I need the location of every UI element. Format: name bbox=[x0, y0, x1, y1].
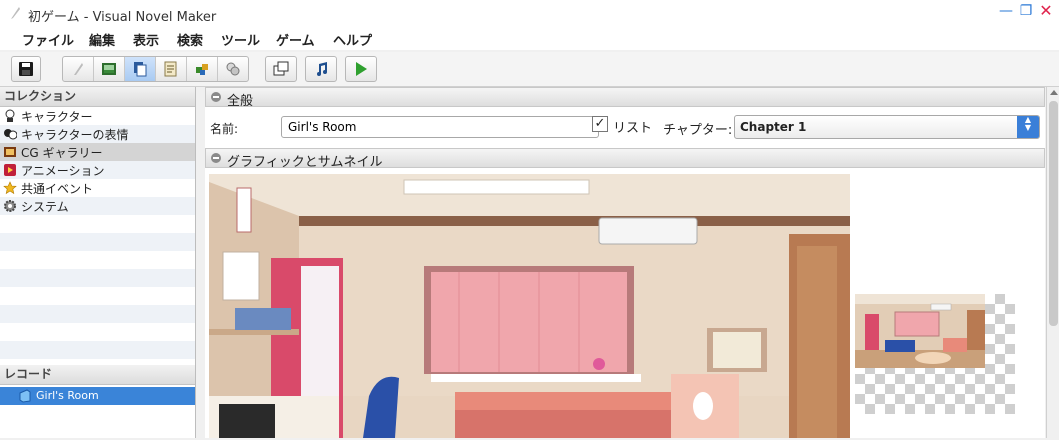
character-icon bbox=[5, 109, 15, 122]
toolbar-group-play bbox=[345, 56, 377, 82]
animation-icon bbox=[4, 164, 16, 176]
collection-empty-row bbox=[0, 323, 195, 341]
collection-item-label: アニメーション bbox=[21, 164, 105, 178]
star-icon bbox=[3, 181, 17, 195]
menu-file[interactable]: ファイル bbox=[22, 30, 74, 49]
record-item-label: Girl's Room bbox=[36, 389, 99, 402]
collection-empty-row bbox=[0, 251, 195, 269]
name-field[interactable] bbox=[281, 116, 599, 138]
gear-icon bbox=[4, 200, 16, 212]
cg-background-image[interactable] bbox=[209, 174, 850, 438]
menu-help[interactable]: ヘルプ bbox=[333, 30, 372, 49]
collection-item-common-events[interactable]: 共通イベント bbox=[0, 179, 195, 197]
record-item-girls-room[interactable]: Girl's Room bbox=[0, 387, 195, 405]
toolbar-group-save bbox=[11, 56, 41, 82]
music-button[interactable] bbox=[306, 57, 336, 81]
collection-item-expression[interactable]: キャラクターの表情 bbox=[0, 125, 195, 143]
list-checkbox[interactable]: ✓ bbox=[592, 116, 608, 132]
image-button[interactable] bbox=[94, 57, 125, 81]
vertical-scrollbar[interactable] bbox=[1046, 87, 1059, 438]
toolbar-group-music bbox=[305, 56, 337, 82]
detail-pane: 全般 名前: ✓ リスト チャプター: Chapter 1 ▲▼ グラフィックと… bbox=[205, 87, 1045, 438]
window-title: 初ゲーム - Visual Novel Maker bbox=[28, 10, 217, 25]
collection-empty-row bbox=[0, 233, 195, 251]
general-section-header[interactable]: 全般 bbox=[205, 87, 1045, 109]
menu-view[interactable]: 表示 bbox=[133, 30, 159, 49]
chapter-select[interactable]: Chapter 1 ▲ ▼ bbox=[734, 115, 1040, 139]
masks-button[interactable] bbox=[218, 57, 248, 81]
left-pane: コレクション キャラクター キャラクターの表情 CG ギャラリー アニメーション… bbox=[0, 87, 196, 438]
general-section-title: 全般 bbox=[227, 94, 254, 109]
chapter-select-value: Chapter 1 bbox=[740, 120, 807, 134]
collection-empty-row bbox=[0, 287, 195, 305]
collection-item-label: キャラクター bbox=[21, 110, 93, 124]
collection-empty-row bbox=[0, 305, 195, 323]
scroll-up-arrow-icon[interactable] bbox=[1050, 90, 1058, 95]
title-bar: 初ゲーム - Visual Novel Maker — ❐ ✕ bbox=[0, 0, 1059, 28]
toolbar-group-windows bbox=[265, 56, 297, 82]
menu-search[interactable]: 検索 bbox=[177, 30, 203, 49]
windows-icon bbox=[273, 61, 289, 76]
cg-gallery-icon bbox=[4, 147, 16, 157]
records-header: レコード bbox=[0, 365, 195, 385]
collection-item-cg-gallery[interactable]: CG ギャラリー bbox=[0, 143, 195, 161]
save-button[interactable] bbox=[12, 57, 40, 81]
gallery-icon bbox=[134, 62, 147, 77]
gallery-button[interactable] bbox=[125, 57, 156, 81]
name-label: 名前: bbox=[210, 122, 239, 136]
expression-icon bbox=[4, 129, 17, 140]
collection-empty-row bbox=[0, 215, 195, 233]
collapse-icon bbox=[211, 153, 221, 163]
scrollbar-thumb[interactable] bbox=[1049, 101, 1058, 326]
maximize-button[interactable]: ❐ bbox=[1019, 3, 1033, 19]
music-icon bbox=[317, 62, 327, 76]
record-icon bbox=[19, 389, 31, 403]
chapter-label: チャプター: bbox=[663, 123, 733, 138]
collection-header: コレクション bbox=[0, 87, 195, 107]
collection-item-animation[interactable]: アニメーション bbox=[0, 161, 195, 179]
menu-edit[interactable]: 編集 bbox=[89, 30, 115, 49]
graphics-section-header[interactable]: グラフィックとサムネイル bbox=[205, 148, 1045, 170]
masks-icon bbox=[226, 62, 240, 76]
records-panel: レコード bbox=[0, 365, 195, 385]
collection-item-label: CG ギャラリー bbox=[21, 146, 103, 160]
close-button[interactable]: ✕ bbox=[1039, 3, 1053, 19]
collection-item-system[interactable]: システム bbox=[0, 197, 195, 215]
minimize-button[interactable]: — bbox=[999, 3, 1013, 19]
collapse-icon bbox=[211, 92, 221, 102]
collection-item-label: キャラクターの表情 bbox=[21, 128, 129, 142]
play-button[interactable] bbox=[346, 57, 376, 81]
floppy-icon bbox=[19, 62, 33, 76]
thumbnail-image[interactable] bbox=[855, 294, 1015, 414]
puzzle-icon bbox=[196, 64, 208, 75]
collection-empty-row bbox=[0, 269, 195, 287]
image-icon bbox=[102, 63, 116, 75]
general-form-row: 名前: ✓ リスト チャプター: Chapter 1 ▲▼ bbox=[205, 112, 1045, 142]
puzzle-button[interactable] bbox=[187, 57, 218, 81]
pen-button[interactable] bbox=[63, 57, 94, 81]
menu-bar: ファイル 編集 表示 検索 ツール ゲーム ヘルプ bbox=[0, 28, 1059, 50]
collection-empty-row bbox=[0, 341, 195, 359]
pen-icon bbox=[74, 63, 83, 75]
menu-tools[interactable]: ツール bbox=[221, 30, 260, 49]
collection-item-label: 共通イベント bbox=[21, 182, 94, 196]
toolbar-group-editors bbox=[62, 56, 249, 82]
play-icon bbox=[356, 62, 367, 76]
collection-item-character[interactable]: キャラクター bbox=[0, 107, 195, 125]
select-arrows-icon: ▲ ▼ bbox=[1017, 116, 1039, 138]
script-icon bbox=[164, 61, 177, 77]
list-label: リスト bbox=[613, 121, 653, 136]
app-feather-icon bbox=[11, 7, 20, 19]
graphics-section-title: グラフィックとサムネイル bbox=[227, 155, 383, 170]
script-button[interactable] bbox=[156, 57, 187, 81]
toolbar bbox=[0, 52, 1059, 87]
collection-item-label: システム bbox=[21, 200, 69, 214]
windows-button[interactable] bbox=[266, 57, 296, 81]
menu-game[interactable]: ゲーム bbox=[276, 30, 315, 49]
